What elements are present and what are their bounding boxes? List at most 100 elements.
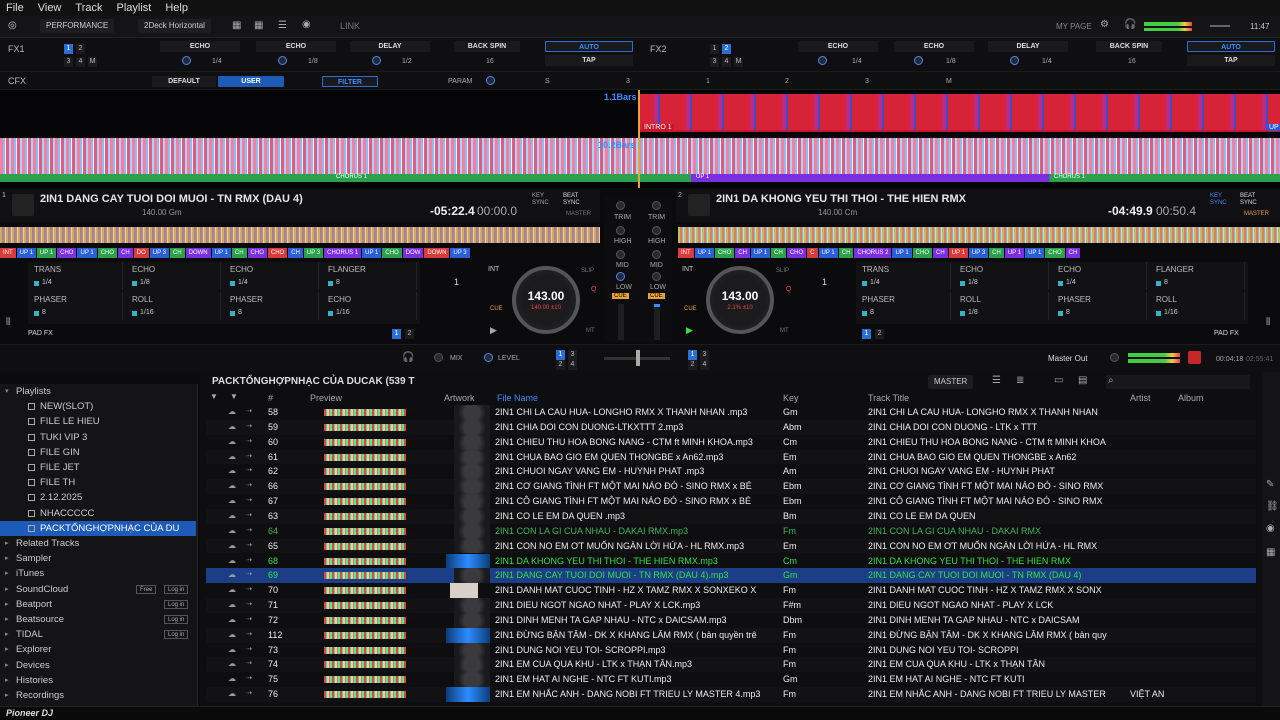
login-tag[interactable]: Log in bbox=[164, 584, 189, 594]
crossfader-knob[interactable] bbox=[636, 350, 640, 366]
deck2-beat-sync[interactable]: BEAT SYNC bbox=[1240, 193, 1260, 207]
preview-waveform[interactable] bbox=[324, 438, 406, 446]
table-row[interactable]: ☁ ⇢ 62 2IN1 CHUOI NGAY VANG EM - HUYNH PHAT… bbox=[206, 464, 1256, 480]
preview-waveform[interactable] bbox=[324, 409, 406, 416]
mode-select[interactable]: PERFORMANCE bbox=[40, 19, 115, 33]
deck2-cue-button[interactable]: CUE bbox=[684, 306, 697, 312]
xfader-assign-b4[interactable]: 4 bbox=[700, 360, 709, 370]
deck2-pad-1[interactable]: TRANS 1/4 bbox=[856, 262, 951, 290]
sidebar-item[interactable]: ▸ Devices bbox=[0, 658, 196, 673]
layout-grid-icon[interactable]: ▦ bbox=[232, 21, 241, 31]
preview-waveform[interactable] bbox=[324, 423, 406, 431]
cloud-icon[interactable]: ☁ bbox=[228, 657, 236, 672]
cloud-icon[interactable]: ☁ bbox=[228, 479, 236, 494]
preview-waveform[interactable] bbox=[324, 646, 406, 654]
master-deck-select[interactable]: MASTER bbox=[928, 375, 974, 389]
table-row[interactable]: ☁ ⇢ 59 2IN1 CHIA DOI CON DUONG-LTKXTTT 2.mp… bbox=[206, 419, 1256, 435]
preview-waveform[interactable] bbox=[324, 691, 406, 699]
cfx-user-button[interactable]: USER bbox=[218, 76, 284, 87]
expand-arrow-icon[interactable]: ▸ bbox=[5, 612, 9, 627]
ch1-cue-button[interactable]: CUE bbox=[612, 293, 629, 299]
preview-waveform[interactable] bbox=[324, 676, 406, 684]
deck1-pad-4[interactable]: FLANGER 8 bbox=[322, 262, 417, 290]
expand-arrow-icon[interactable]: ▸ bbox=[5, 536, 9, 551]
ch2-low-knob[interactable] bbox=[652, 272, 661, 281]
deck2-waveform[interactable] bbox=[640, 94, 1280, 130]
xfader-assign-3[interactable]: 3 bbox=[568, 350, 577, 360]
record-button[interactable] bbox=[1188, 351, 1201, 364]
sidebar-item[interactable]: NHACCCCC bbox=[0, 506, 196, 521]
fx2-knob-3[interactable] bbox=[1010, 56, 1019, 65]
deck1-cue-button[interactable]: CUE bbox=[490, 306, 503, 312]
deck1-pad-1[interactable]: TRANS 1/4 bbox=[28, 262, 123, 290]
deck2-jog-wheel[interactable]: 143.00 2.1% ±10 bbox=[706, 266, 774, 334]
fx2-tap-button[interactable]: TAP bbox=[1187, 55, 1275, 66]
fx1-assign-m[interactable]: M bbox=[88, 57, 97, 67]
preview-waveform[interactable] bbox=[324, 587, 406, 595]
preview-waveform[interactable] bbox=[324, 498, 406, 506]
expand-arrow-icon[interactable]: ▸ bbox=[5, 673, 9, 688]
col-header-artist[interactable]: Artist bbox=[1130, 392, 1151, 405]
sidebar-item[interactable]: ▸ Explorer bbox=[0, 642, 196, 657]
search-icon[interactable]: ⌕ bbox=[1108, 376, 1114, 386]
master-out-knob[interactable] bbox=[1110, 353, 1119, 362]
xfader-assign-b3[interactable]: 3 bbox=[700, 350, 709, 360]
fx2-knob-2[interactable] bbox=[914, 56, 923, 65]
fx1-knob-1[interactable] bbox=[182, 56, 191, 65]
table-row[interactable]: ☁ ⇢ 74 2IN1 EM CUA QUA KHU - LTK x THẠN TÂN… bbox=[206, 657, 1256, 673]
cfx-filter-button[interactable]: FILTER bbox=[322, 76, 378, 87]
deck1-slip-button[interactable]: SLIP bbox=[581, 268, 594, 274]
deck2-play-button[interactable]: ▶ bbox=[686, 325, 693, 336]
deck1-pad-page-1[interactable]: 1 bbox=[392, 329, 401, 339]
deck2-mt-button[interactable]: MT bbox=[780, 328, 789, 334]
cfx-default-button[interactable]: DEFAULT bbox=[152, 76, 216, 87]
fx1-assign-4[interactable]: 4 bbox=[76, 57, 85, 67]
sidebar-item[interactable]: FILE JET bbox=[0, 460, 196, 475]
deck2-right-panel-icon[interactable]: ⫴ bbox=[1266, 318, 1270, 328]
deck2-pad-7[interactable]: PHASER 8 bbox=[1052, 292, 1147, 320]
deck1-pad-fx-label[interactable]: PAD FX bbox=[28, 330, 53, 337]
xfader-assign-b2[interactable]: 2 bbox=[688, 360, 697, 370]
col-header-track-title[interactable]: Track Title bbox=[868, 392, 909, 405]
fx1-assign-1[interactable]: 1 bbox=[64, 44, 73, 54]
menu-file[interactable]: File bbox=[6, 2, 24, 14]
cloud-icon[interactable]: ☁ bbox=[228, 524, 236, 539]
waveform-area[interactable]: 1.1Bars 10.2Bars INTRO 1 CHORUS 1 UP 1 C… bbox=[0, 90, 1280, 188]
tag-icon[interactable]: ◉ bbox=[1266, 524, 1275, 534]
preview-waveform[interactable] bbox=[324, 527, 406, 535]
column-filter-icon[interactable]: ▼ bbox=[230, 393, 238, 401]
split-view-icon[interactable]: ▤ bbox=[1078, 376, 1087, 386]
col-header-album[interactable]: Album bbox=[1178, 392, 1204, 405]
layout-select[interactable]: 2Deck Horizontal bbox=[138, 19, 211, 33]
master-out-select[interactable]: Master Out bbox=[1048, 354, 1088, 363]
fx1-knob-3[interactable] bbox=[372, 56, 381, 65]
my-page-button[interactable]: MY PAGE bbox=[1056, 22, 1092, 31]
expand-arrow-icon[interactable]: ▸ bbox=[5, 642, 9, 657]
fx1-tap-button[interactable]: TAP bbox=[545, 55, 633, 66]
deck2-pad-6[interactable]: ROLL 1/8 bbox=[954, 292, 1049, 320]
cloud-icon[interactable]: ☁ bbox=[228, 539, 236, 554]
table-row[interactable]: ☁ ⇢ 69 2IN1 DANG CAY TUOI DOI MUOI - TN RMX… bbox=[206, 568, 1256, 584]
gear-icon[interactable]: ⚙ bbox=[1100, 20, 1109, 30]
table-row[interactable]: ☁ ⇢ 67 2IN1 CÔ GIANG TÌNH FT MỘT MAI NÁO ĐÓ… bbox=[206, 494, 1256, 509]
deck1-play-button[interactable]: ▶ bbox=[490, 325, 497, 336]
expand-arrow-icon[interactable]: ▸ bbox=[5, 688, 9, 703]
deck1-quantize-button[interactable]: Q bbox=[591, 286, 596, 293]
deck1-pad-2[interactable]: ECHO 1/8 bbox=[126, 262, 221, 290]
fx2-slot-3[interactable]: DELAY bbox=[988, 41, 1068, 52]
ch2-mid-knob[interactable] bbox=[652, 250, 661, 259]
headphone-icon[interactable]: 🎧 bbox=[1124, 20, 1136, 30]
ch1-mid-knob[interactable] bbox=[616, 250, 625, 259]
table-row[interactable]: ☁ ⇢ 70 2IN1 DANH MAT CUOC TINH - HZ X TAMZ … bbox=[206, 583, 1256, 599]
filter-icon[interactable]: ▼ bbox=[210, 393, 218, 401]
table-row[interactable]: ☁ ⇢ 68 2IN1 DA KHONG YEU THI THOI - THE HIE… bbox=[206, 553, 1256, 569]
col-header-artwork[interactable]: Artwork bbox=[444, 392, 475, 405]
headphone-mix-knob[interactable] bbox=[434, 353, 443, 362]
preview-waveform[interactable] bbox=[324, 483, 406, 491]
sidebar-item[interactable]: ▸ Related Tracks bbox=[0, 536, 196, 551]
expand-arrow-icon[interactable]: ▾ bbox=[5, 384, 9, 399]
preview-waveform[interactable] bbox=[324, 453, 406, 461]
cloud-icon[interactable]: ☁ bbox=[228, 687, 236, 702]
sidebar-item[interactable]: FILE LE HIEU bbox=[0, 414, 196, 429]
cloud-icon[interactable]: ☁ bbox=[228, 435, 236, 450]
